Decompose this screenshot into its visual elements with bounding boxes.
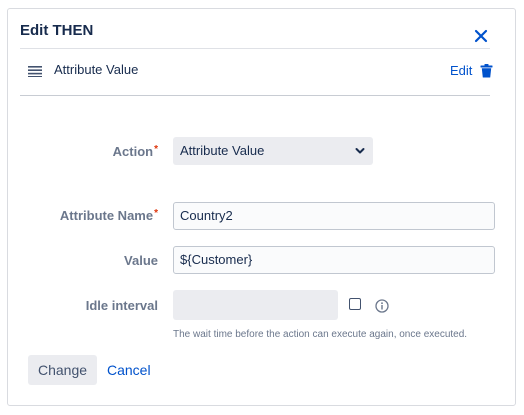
change-button[interactable]: Change xyxy=(28,355,97,385)
idle-interval-help: The wait time before the action can exec… xyxy=(173,329,468,340)
action-select-value: Attribute Value xyxy=(180,143,265,158)
required-marker: * xyxy=(154,208,158,219)
idle-interval-checkbox[interactable] xyxy=(349,298,361,310)
rule-name: Attribute Value xyxy=(54,62,139,77)
close-icon[interactable] xyxy=(473,28,489,44)
edit-link[interactable]: Edit xyxy=(450,63,472,78)
attribute-name-label-text: Attribute Name xyxy=(59,208,154,223)
drag-handle-icon[interactable] xyxy=(28,65,42,77)
required-marker: * xyxy=(154,144,158,155)
value-input[interactable]: ${Customer} xyxy=(173,246,495,274)
action-label: Action* xyxy=(8,144,158,159)
dialog-title: Edit THEN xyxy=(20,22,94,39)
trash-icon[interactable] xyxy=(480,64,493,78)
action-select[interactable]: Attribute Value xyxy=(173,137,373,165)
cancel-button[interactable]: Cancel xyxy=(107,362,151,378)
action-label-text: Action xyxy=(112,144,154,159)
attribute-name-input[interactable]: Country2 xyxy=(173,202,495,230)
info-icon[interactable] xyxy=(375,299,389,313)
title-divider xyxy=(20,48,490,49)
value-label: Value xyxy=(124,253,158,268)
attribute-name-label: Attribute Name* xyxy=(8,208,158,223)
chevron-down-icon xyxy=(355,148,365,154)
idle-interval-input[interactable] xyxy=(173,290,338,320)
rule-divider xyxy=(20,95,490,96)
idle-interval-label: Idle interval xyxy=(85,298,158,313)
